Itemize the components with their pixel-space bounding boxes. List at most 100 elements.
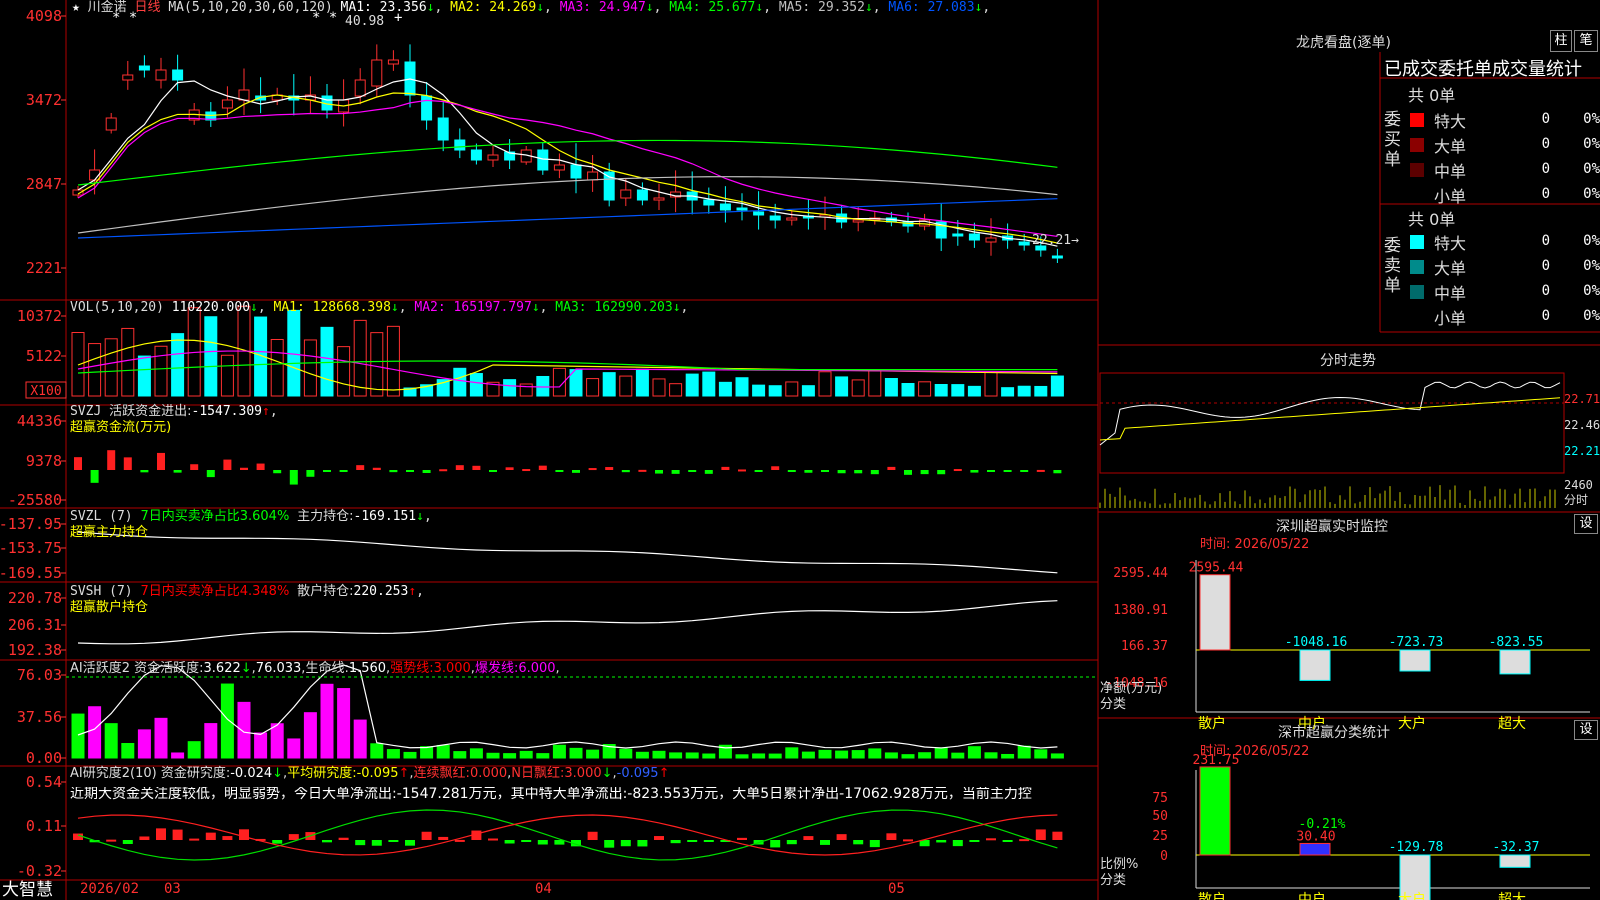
- candle-body: [636, 189, 648, 201]
- intraday-price-low: 22.21: [1564, 444, 1600, 458]
- volume-bar: [137, 355, 151, 397]
- ai1-bar: [884, 752, 898, 759]
- svzl-label: 主力持仓:: [297, 509, 354, 524]
- candle-body: [703, 199, 715, 206]
- order-size-label: 小单: [1434, 187, 1467, 206]
- ai1-bar: [270, 723, 284, 759]
- stats-cat-0: 散户: [1198, 891, 1226, 900]
- svzj-bar: [787, 470, 796, 472]
- svzj-bar: [655, 470, 663, 474]
- monitor-bar-0: [1199, 574, 1231, 651]
- order-color-swatch: [1410, 285, 1424, 299]
- ai2-bar: [172, 829, 183, 840]
- candle-body: [786, 217, 798, 221]
- ai1-bar: [951, 752, 965, 759]
- svzj-tick-1: 9378: [26, 452, 62, 470]
- volume-bar: [171, 333, 185, 397]
- ai2-bar: [903, 839, 913, 842]
- monitor-settings-button[interactable]: 设: [1574, 514, 1598, 534]
- ai1-bar: [71, 713, 85, 759]
- stats-settings-button[interactable]: 设: [1574, 720, 1598, 740]
- svzj-bar: [870, 470, 879, 475]
- ai1-bar: [702, 753, 716, 759]
- svzl-sub: 超赢主力持仓: [70, 525, 149, 540]
- candle-body: [221, 99, 233, 109]
- ai1-bar: [453, 751, 467, 759]
- candle-body: [719, 203, 731, 211]
- ai1-bar: [967, 746, 981, 759]
- volume-bar: [901, 383, 915, 397]
- svzj-bar: [472, 465, 481, 470]
- stats-value-2: -129.78: [1389, 840, 1444, 855]
- order-size-label: 中单: [1434, 162, 1467, 181]
- monitor-ylabel: 净额(万元): [1100, 681, 1163, 696]
- svzj-bar: [605, 467, 614, 470]
- ai2-bar: [820, 840, 830, 845]
- date-label-1: 03: [164, 881, 181, 897]
- ai1-bar: [586, 749, 600, 759]
- volume-bar: [204, 316, 218, 397]
- vol-ma-item-2: MA3: 162990.203: [547, 300, 673, 315]
- svzj-bar: [854, 470, 863, 474]
- volume-bar: [752, 384, 766, 397]
- svzj-bar: [1020, 470, 1029, 472]
- volume-bar: [1034, 385, 1048, 397]
- order-volume: 0: [1541, 161, 1550, 177]
- period-label[interactable]: 日线: [135, 0, 161, 15]
- stats-tick-1: 50: [1152, 809, 1168, 824]
- star-icon: ★: [72, 0, 80, 15]
- svzj-bar: [173, 470, 182, 473]
- svzl-arrow: ↓: [416, 509, 424, 524]
- ai1-bar: [536, 753, 550, 759]
- stats-bar-3: [1499, 854, 1531, 868]
- intraday-price-high: 22.71: [1564, 392, 1600, 406]
- stats-cat-2: 大户: [1398, 891, 1426, 900]
- ai1-bar: [88, 706, 102, 759]
- candle-body: [122, 74, 134, 81]
- volume-bar: [934, 384, 948, 397]
- svzj-bar: [74, 457, 82, 470]
- ai2-comment: 近期大资金关注度较低，明显弱势，今日大单净流出:-1547.281万元，其中特大…: [70, 787, 1032, 802]
- volume-bar: [635, 368, 649, 397]
- candle-body: [952, 233, 964, 237]
- ai1-bar: [287, 738, 301, 759]
- ai1-bar: [220, 683, 234, 759]
- svsh-title: SVSH (7): [70, 584, 133, 599]
- svzj-tick-0: 44336: [17, 412, 62, 430]
- ai2-bar: [703, 840, 714, 842]
- svsh-tick-2: 192.38: [8, 641, 62, 659]
- svzj-bar: [256, 463, 265, 470]
- volume-bar: [469, 373, 483, 397]
- vol-title: VOL(5,10,20): [70, 300, 164, 315]
- candle-body: [553, 164, 565, 171]
- volume-bar: [619, 375, 633, 397]
- candle-body: [454, 139, 466, 151]
- svzj-bar: [738, 469, 746, 472]
- ai2-bar: [853, 840, 864, 845]
- volume-bar: [718, 381, 732, 397]
- order-volume: 0: [1541, 258, 1550, 274]
- candle-body: [537, 149, 549, 171]
- svzj-bar: [439, 469, 448, 472]
- svzj-bar: [90, 470, 99, 483]
- bar-mode-button[interactable]: 柱: [1550, 30, 1572, 52]
- vol-header: VOL(5,10,20) 110220.000↓, MA1: 128668.39…: [70, 300, 689, 315]
- date-label-2: 04: [535, 881, 552, 897]
- monitor-time: 时间: 2026/05/22: [1200, 537, 1310, 552]
- tick-mode-button[interactable]: 笔: [1574, 30, 1598, 52]
- stats-cat-1: 中户: [1298, 891, 1326, 900]
- ai1-tick-1: 37.56: [17, 708, 62, 726]
- svzl-comma: ,: [423, 509, 432, 524]
- volume-bar: [918, 381, 932, 397]
- vol-ma-item-1: MA2: 165197.797: [406, 300, 532, 315]
- stock-name[interactable]: 川金诺: [88, 0, 127, 15]
- volume-bar: [353, 319, 367, 397]
- ai1-bar: [503, 753, 517, 759]
- volume-bar: [785, 381, 799, 397]
- ai2-lbl3: 连续飘红:: [413, 766, 470, 781]
- ai2-a5: ↑: [658, 766, 670, 781]
- main-chart-svg[interactable]: 4098 3472 2847 2221 10372 5122 44336 9378 -25580…: [0, 0, 1600, 900]
- ai2-v5: -0.095: [616, 766, 659, 781]
- candle-body: [421, 95, 433, 121]
- volume-bar: [503, 379, 517, 397]
